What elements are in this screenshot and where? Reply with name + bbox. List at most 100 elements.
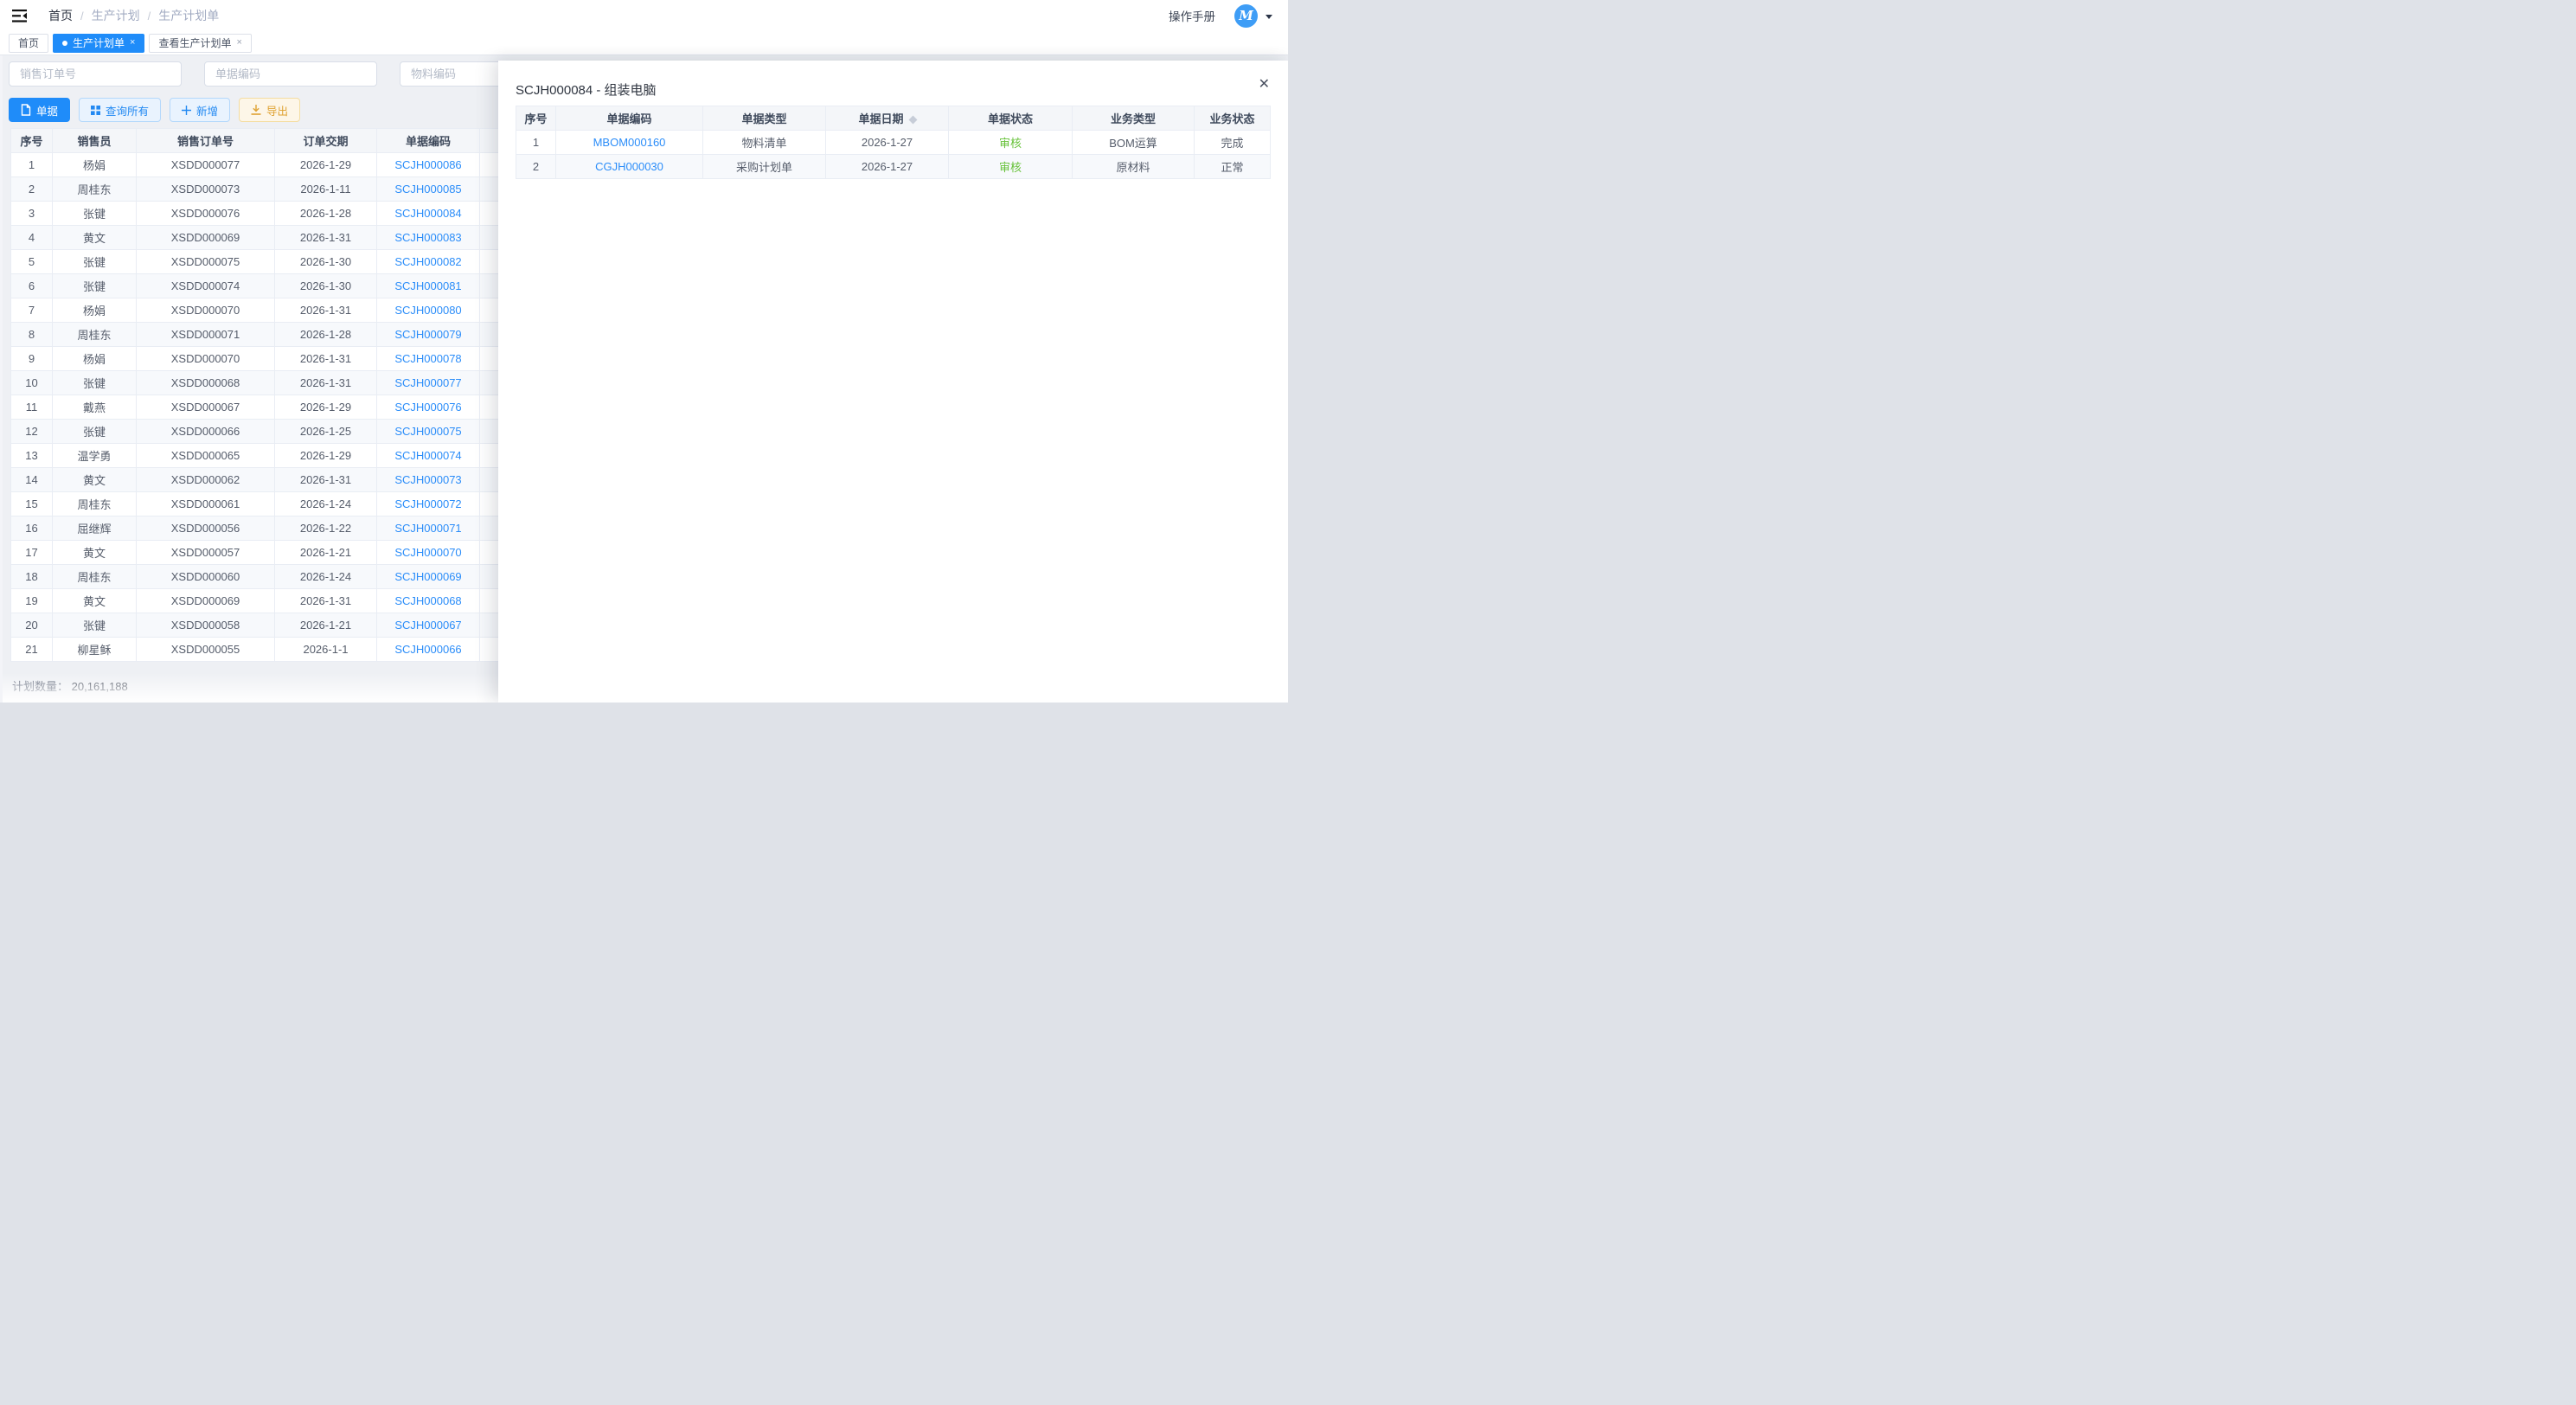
cell: 张键	[53, 250, 137, 274]
cell: BOM运算	[1073, 131, 1195, 155]
document-link[interactable]: SCJH000086	[377, 153, 480, 177]
document-link[interactable]: SCJH000081	[377, 274, 480, 298]
document-link[interactable]: SCJH000073	[377, 468, 480, 492]
table-row[interactable]: 19黄文XSDD0000692026-1-31SCJH000068	[11, 589, 529, 613]
table-row[interactable]: 4黄文XSDD0000692026-1-31SCJH000083	[11, 226, 529, 250]
close-icon[interactable]: ✕	[1259, 78, 1270, 92]
cell: XSDD000074	[137, 274, 275, 298]
document-link[interactable]: SCJH000084	[377, 202, 480, 226]
download-icon	[251, 105, 261, 115]
table-row[interactable]: 17黄文XSDD0000572026-1-21SCJH000070	[11, 541, 529, 565]
column-header: 销售员	[53, 129, 137, 153]
table-row[interactable]: 11戴燕XSDD0000672026-1-29SCJH000076	[11, 395, 529, 420]
cell: 2026-1-28	[275, 323, 377, 347]
cell: 张键	[53, 613, 137, 638]
document-link[interactable]: SCJH000070	[377, 541, 480, 565]
document-link[interactable]: SCJH000079	[377, 323, 480, 347]
button-label: 查询所有	[106, 102, 149, 119]
active-tab-dot-icon	[62, 41, 67, 46]
document-link[interactable]: SCJH000082	[377, 250, 480, 274]
tab-home[interactable]: 首页	[9, 34, 48, 53]
manual-link[interactable]: 操作手册	[1169, 7, 1215, 24]
document-code-input[interactable]	[204, 61, 377, 87]
document-link[interactable]: SCJH000078	[377, 347, 480, 371]
table-row[interactable]: 5张键XSDD0000752026-1-30SCJH000082	[11, 250, 529, 274]
document-link[interactable]: SCJH000074	[377, 444, 480, 468]
cell: XSDD000067	[137, 395, 275, 420]
menu-fold-icon[interactable]	[12, 9, 29, 22]
table-row[interactable]: 3张键XSDD0000762026-1-28SCJH000084	[11, 202, 529, 226]
grid-icon	[91, 106, 100, 115]
sort-icon[interactable]	[908, 116, 917, 125]
table-row[interactable]: 13温学勇XSDD0000652026-1-29SCJH000074	[11, 444, 529, 468]
cell: 张键	[53, 420, 137, 444]
document-link[interactable]: SCJH000069	[377, 565, 480, 589]
cell: 张键	[53, 274, 137, 298]
export-button[interactable]: 导出	[239, 98, 300, 122]
breadcrumb-production-plan[interactable]: 生产计划	[92, 7, 140, 24]
document-link[interactable]: SCJH000085	[377, 177, 480, 202]
cell: 2026-1-31	[275, 589, 377, 613]
tab-label: 首页	[18, 35, 39, 50]
cell: XSDD000069	[137, 226, 275, 250]
document-link[interactable]: CGJH000030	[556, 155, 703, 179]
header-row: 序号单据编码单据类型单据日期单据状态业务类型业务状态	[516, 106, 1271, 131]
table-row[interactable]: 9杨娟XSDD0000702026-1-31SCJH000078	[11, 347, 529, 371]
tab-close-icon[interactable]: ×	[130, 38, 135, 48]
cell: 2026-1-31	[275, 347, 377, 371]
table-row[interactable]: 7杨娟XSDD0000702026-1-31SCJH000080	[11, 298, 529, 323]
query-all-button[interactable]: 查询所有	[79, 98, 161, 122]
cell: 屈继辉	[53, 516, 137, 541]
tab-label: 生产计划单	[73, 35, 125, 50]
cell: XSDD000055	[137, 638, 275, 662]
document-link[interactable]: SCJH000083	[377, 226, 480, 250]
tab-close-icon[interactable]: ×	[236, 38, 241, 48]
table-row[interactable]: 6张键XSDD0000742026-1-30SCJH000081	[11, 274, 529, 298]
table-row[interactable]: 14黄文XSDD0000622026-1-31SCJH000073	[11, 468, 529, 492]
document-link[interactable]: SCJH000072	[377, 492, 480, 516]
column-header: 业务类型	[1073, 106, 1195, 131]
add-button[interactable]: 新增	[170, 98, 230, 122]
user-menu-caret-icon[interactable]	[1266, 15, 1272, 19]
table-row[interactable]: 20张键XSDD0000582026-1-21SCJH000067	[11, 613, 529, 638]
table-row[interactable]: 18周桂东XSDD0000602026-1-24SCJH000069	[11, 565, 529, 589]
table-row[interactable]: 12张键XSDD0000662026-1-25SCJH000075	[11, 420, 529, 444]
document-link[interactable]: SCJH000077	[377, 371, 480, 395]
document-link[interactable]: SCJH000075	[377, 420, 480, 444]
plus-icon	[182, 106, 191, 115]
document-link[interactable]: MBOM000160	[556, 131, 703, 155]
tab-view-production-plan[interactable]: 查看生产计划单 ×	[149, 34, 251, 53]
document-button[interactable]: 单据	[9, 98, 70, 122]
document-link[interactable]: SCJH000068	[377, 589, 480, 613]
table-row[interactable]: 1MBOM000160物料清单2026-1-27审核BOM运算完成	[516, 131, 1271, 155]
cell: 审核	[949, 131, 1073, 155]
user-avatar[interactable]: M	[1234, 4, 1258, 28]
table-row[interactable]: 10张键XSDD0000682026-1-31SCJH000077	[11, 371, 529, 395]
table-row[interactable]: 2CGJH000030采购计划单2026-1-27审核原材料正常	[516, 155, 1271, 179]
breadcrumb-home[interactable]: 首页	[48, 7, 73, 24]
table-row[interactable]: 15周桂东XSDD0000612026-1-24SCJH000072	[11, 492, 529, 516]
document-link[interactable]: SCJH000071	[377, 516, 480, 541]
cell: 20	[11, 613, 53, 638]
table-row[interactable]: 1杨娟XSDD0000772026-1-29SCJH000086	[11, 153, 529, 177]
cell: 2026-1-29	[275, 444, 377, 468]
table-row[interactable]: 16屈继辉XSDD0000562026-1-22SCJH000071	[11, 516, 529, 541]
button-label: 新增	[196, 102, 218, 119]
document-link[interactable]: SCJH000080	[377, 298, 480, 323]
tab-production-plan-active[interactable]: 生产计划单 ×	[53, 34, 144, 53]
document-link[interactable]: SCJH000076	[377, 395, 480, 420]
cell: 戴燕	[53, 395, 137, 420]
document-link[interactable]: SCJH000066	[377, 638, 480, 662]
document-link[interactable]: SCJH000067	[377, 613, 480, 638]
breadcrumb: 首页 / 生产计划 / 生产计划单	[48, 7, 219, 24]
table-row[interactable]: 8周桂东XSDD0000712026-1-28SCJH000079	[11, 323, 529, 347]
sales-order-no-input[interactable]	[9, 61, 182, 87]
cell: 采购计划单	[703, 155, 826, 179]
column-header: 单据编码	[377, 129, 480, 153]
cell: 周桂东	[53, 565, 137, 589]
app-window: 首页 / 生产计划 / 生产计划单 操作手册 M 首页 生产计划单 × 查看生产…	[0, 0, 1288, 702]
table-row[interactable]: 2周桂东XSDD0000732026-1-11SCJH000085	[11, 177, 529, 202]
cell: 2026-1-21	[275, 541, 377, 565]
table-row[interactable]: 21柳星稣XSDD0000552026-1-1SCJH000066	[11, 638, 529, 662]
cell: 4	[11, 226, 53, 250]
